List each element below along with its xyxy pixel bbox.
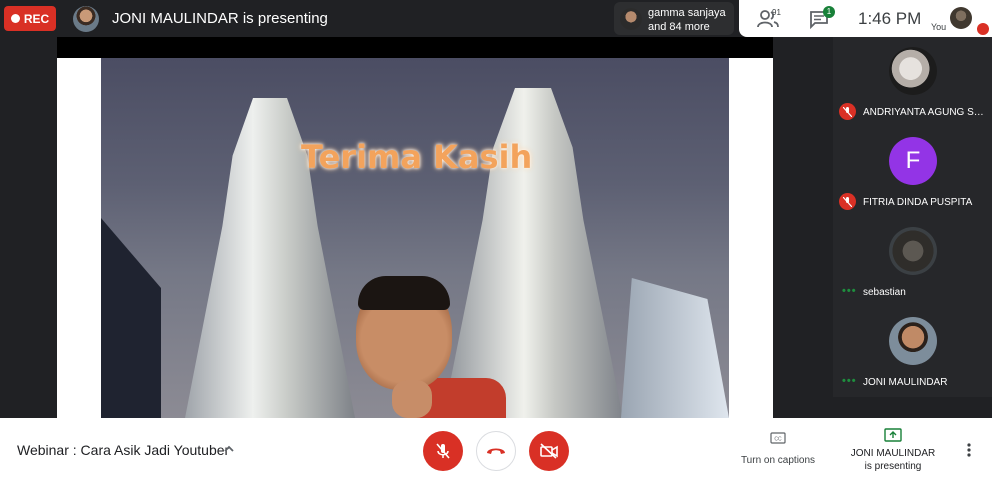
participant-avatar xyxy=(889,317,937,365)
participant-name: ANDRIYANTA AGUNG SAP... xyxy=(863,107,989,118)
mic-off-icon xyxy=(839,193,856,210)
presenting-status-button[interactable]: JONI MAULINDAR is presenting xyxy=(847,428,939,473)
presenter-avatar xyxy=(73,6,99,32)
people-chip-avatar xyxy=(620,8,642,30)
recording-badge: REC xyxy=(4,6,56,31)
slide: Terima Kasih xyxy=(57,58,773,418)
presenting-title: JONI MAULINDAR is presenting xyxy=(112,10,328,27)
camera-off-icon xyxy=(540,443,558,459)
building-left xyxy=(101,218,161,418)
participant-name: JONI MAULINDAR xyxy=(863,377,948,388)
captions-button[interactable]: CC Turn on captions xyxy=(735,432,821,468)
hair xyxy=(358,276,450,310)
svg-text:CC: CC xyxy=(774,437,782,443)
participant-avatar xyxy=(889,227,937,275)
present-screen-icon xyxy=(884,428,902,442)
top-bar: REC JONI MAULINDAR is presenting gamma s… xyxy=(0,0,992,37)
people-chip-line1: gamma sanjaya xyxy=(648,7,726,19)
mic-toggle-button[interactable] xyxy=(423,431,463,471)
more-vert-icon[interactable] xyxy=(962,442,976,458)
participant-count: 91 xyxy=(772,8,781,17)
mic-off-icon xyxy=(436,443,450,459)
people-chip-line2: and 84 more xyxy=(648,21,710,33)
leave-call-button[interactable] xyxy=(476,431,516,471)
presenting-line2: is presenting xyxy=(864,461,922,472)
participant-name: FITRIA DINDA PUSPITA xyxy=(863,197,973,208)
meet-window: REC JONI MAULINDAR is presenting gamma s… xyxy=(0,0,992,480)
self-avatar[interactable] xyxy=(950,7,972,29)
rec-label: REC xyxy=(23,11,50,26)
camera-toggle-button[interactable] xyxy=(529,431,569,471)
record-dot-icon xyxy=(10,14,20,23)
hand xyxy=(392,380,432,418)
self-mic-muted-icon xyxy=(977,23,989,35)
participant-panel: ANDRIYANTA AGUNG SAP... F FITRIA DINDA P… xyxy=(833,37,992,397)
call-end-icon xyxy=(487,448,505,454)
speaking-indicator-icon: ••• xyxy=(842,375,857,387)
participant-avatar: F xyxy=(889,137,937,185)
participant-tile[interactable]: F FITRIA DINDA PUSPITA xyxy=(833,127,992,217)
slide-photo: Terima Kasih xyxy=(101,58,729,418)
presentation-area: Terima Kasih xyxy=(57,37,773,418)
people-chip[interactable]: gamma sanjaya and 84 more xyxy=(614,2,734,35)
captions-label: Turn on captions xyxy=(740,455,816,466)
closed-captions-icon: CC xyxy=(770,432,786,444)
meeting-title[interactable]: Webinar : Cara Asik Jadi Youtuber xyxy=(17,442,229,458)
slide-title: Terima Kasih xyxy=(301,138,533,176)
bottom-bar: Webinar : Cara Asik Jadi Youtuber CC Tur… xyxy=(0,418,992,480)
you-label: You xyxy=(931,22,947,32)
participant-name: sebastian xyxy=(863,287,906,298)
clock: 1:46 PM xyxy=(858,9,922,28)
chat-badge: 1 xyxy=(823,6,835,18)
participant-tile[interactable]: ••• JONI MAULINDAR xyxy=(833,307,992,397)
presenting-line1: JONI MAULINDAR xyxy=(850,448,936,459)
mic-off-icon xyxy=(839,103,856,120)
presenter-selfie xyxy=(356,276,506,418)
participant-tile[interactable]: ANDRIYANTA AGUNG SAP... xyxy=(833,37,992,127)
participant-tile[interactable]: ••• sebastian xyxy=(833,217,992,307)
participant-avatar xyxy=(889,47,937,95)
speaking-indicator-icon: ••• xyxy=(842,285,857,297)
top-right-panel: 91 1 1:46 PM You xyxy=(739,0,992,37)
chevron-up-icon[interactable] xyxy=(222,442,236,456)
building-right xyxy=(621,278,729,418)
